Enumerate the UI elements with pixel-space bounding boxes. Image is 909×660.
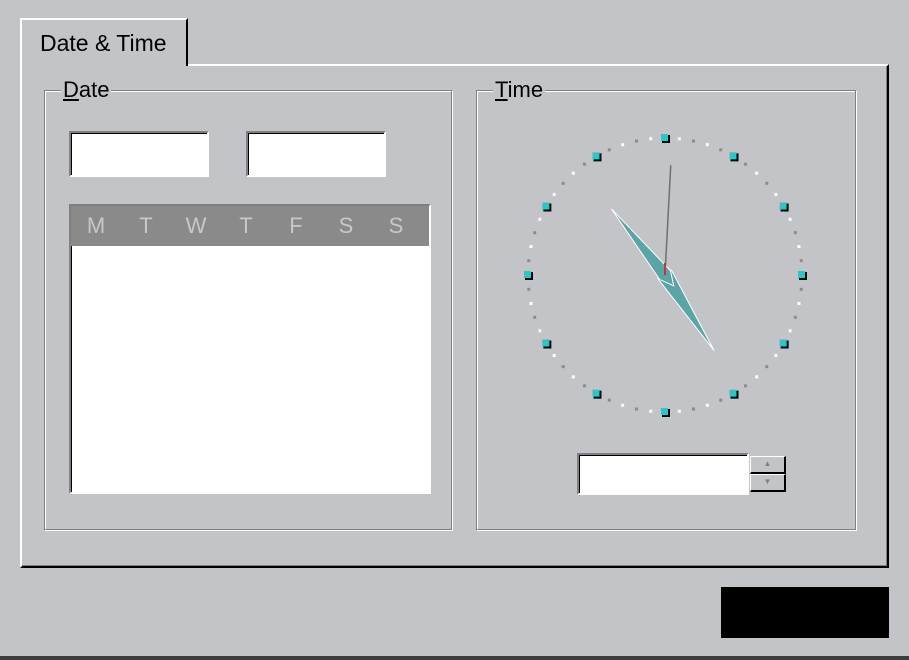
hour-marker — [592, 152, 600, 160]
minute-dot — [793, 231, 797, 235]
calendar-grid[interactable]: M T W T F S S — [69, 204, 431, 494]
minute-dot — [621, 403, 625, 407]
minute-dot — [635, 407, 639, 411]
minute-dot — [571, 375, 575, 379]
window-bottom-edge — [0, 656, 909, 660]
day-header: F — [289, 213, 303, 238]
minute-dot — [561, 365, 565, 369]
minute-dot — [744, 384, 748, 388]
second-hand — [664, 165, 672, 276]
minute-dot — [649, 409, 653, 413]
hour-marker — [779, 339, 787, 347]
day-header: T — [239, 213, 253, 238]
minute-dot — [755, 171, 759, 175]
minute-dot — [705, 403, 709, 407]
tab-label: Date & Time — [40, 30, 167, 56]
minute-dot — [677, 409, 681, 413]
minute-dot — [691, 139, 695, 143]
minute-dot — [538, 329, 542, 333]
hour-marker — [661, 408, 668, 415]
minute-dot — [788, 329, 792, 333]
minute-dot — [538, 217, 542, 221]
hour-marker — [779, 202, 787, 210]
minute-dot — [607, 398, 611, 402]
month-field[interactable] — [69, 131, 209, 177]
minute-dot — [552, 192, 556, 196]
minute-dot — [788, 217, 792, 221]
dialog-button[interactable] — [721, 587, 889, 638]
hour-marker — [542, 339, 550, 347]
minute-dot — [719, 398, 723, 402]
analog-clock — [524, 134, 807, 417]
time-group-title-rest: ime — [507, 77, 544, 102]
day-header: S — [338, 213, 354, 238]
minute-dot — [677, 137, 681, 141]
tab-date-time[interactable]: Date & Time — [20, 18, 188, 66]
date-group-title-rest: ate — [78, 77, 110, 102]
minute-dot — [649, 137, 653, 141]
hour-marker — [729, 389, 737, 397]
minute-dot — [607, 148, 611, 152]
minute-dot — [744, 162, 748, 166]
minute-dot — [774, 192, 778, 196]
minute-dot — [582, 384, 586, 388]
minute-dot — [799, 287, 803, 291]
minute-dot — [691, 407, 695, 411]
hour-marker — [729, 152, 737, 160]
minute-dot — [529, 301, 533, 305]
date-group-title: Date — [61, 77, 112, 103]
hour-marker — [592, 389, 600, 397]
day-header: T — [139, 213, 153, 238]
hour-marker — [524, 271, 531, 278]
time-group-title: Time — [493, 77, 546, 103]
minute-dot — [533, 315, 537, 319]
spin-up-button[interactable]: ▲ — [750, 456, 786, 474]
time-field[interactable] — [577, 453, 749, 495]
minute-dot — [621, 143, 625, 147]
minute-dot — [527, 287, 531, 291]
clock-hands — [611, 165, 715, 351]
hour-marker — [661, 134, 668, 141]
day-header: M — [86, 213, 106, 238]
year-field[interactable] — [246, 131, 386, 177]
minute-dot — [533, 231, 537, 235]
hour-marker — [542, 202, 550, 210]
calendar-day-header: M T W T F S S — [71, 206, 429, 246]
day-header: W — [185, 213, 207, 238]
minute-dot — [527, 259, 531, 263]
minute-dot — [799, 259, 803, 263]
minute-dot — [797, 245, 801, 249]
minute-dot — [765, 181, 769, 185]
hour-marker — [798, 271, 805, 278]
minute-dot — [793, 315, 797, 319]
minute-dot — [797, 301, 801, 305]
minute-dot — [529, 245, 533, 249]
minute-dot — [774, 354, 778, 358]
minute-dot — [552, 354, 556, 358]
day-header: S — [388, 213, 404, 238]
time-spinner[interactable]: ▲ ▼ — [750, 454, 788, 494]
minute-dot — [755, 375, 759, 379]
spin-down-button[interactable]: ▼ — [750, 474, 786, 492]
minute-dot — [582, 162, 586, 166]
minute-dot — [571, 171, 575, 175]
minute-dot — [561, 181, 565, 185]
minute-dot — [705, 143, 709, 147]
minute-dot — [719, 148, 723, 152]
minute-dot — [765, 365, 769, 369]
date-group: Date M T W T F S S — [44, 77, 452, 530]
minute-dot — [635, 139, 639, 143]
